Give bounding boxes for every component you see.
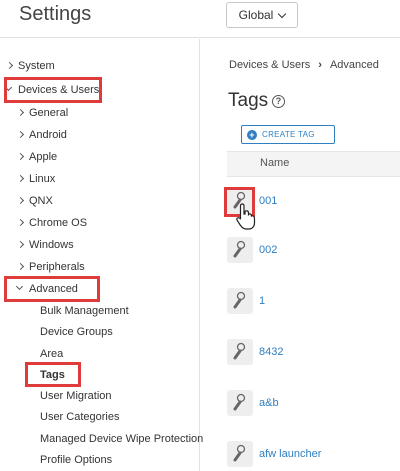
plus-icon: +	[247, 129, 257, 140]
sidebar-item-profile-options[interactable]: Profile Options	[40, 452, 112, 468]
sidebar-item-label: Windows	[29, 239, 74, 251]
breadcrumb-advanced: Advanced	[329, 59, 379, 71]
sidebar-item-managed-device-wipe-protection[interactable]: Managed Device Wipe Protection	[40, 431, 203, 447]
tag-name-link[interactable]: 002	[259, 244, 277, 256]
highlight-box	[4, 276, 100, 302]
sidebar-item-linux[interactable]: Linux	[29, 171, 55, 187]
page-title: Tags	[228, 90, 269, 111]
tag-icon[interactable]	[227, 390, 253, 416]
table-row[interactable]: a&b	[227, 390, 400, 428]
tag-icon[interactable]	[227, 441, 253, 467]
tag-name-link[interactable]: 1	[259, 295, 265, 307]
sidebar-item-device-groups[interactable]: Device Groups	[40, 324, 113, 340]
table-row[interactable]: 1	[227, 288, 400, 326]
sidebar-item-label: General	[29, 107, 69, 119]
tag-icon[interactable]	[227, 339, 253, 365]
help-icon[interactable]: ?	[272, 95, 285, 108]
create-tag-label: CREATE TAG	[262, 130, 315, 139]
page-header: Settings Global	[0, 0, 400, 38]
sidebar-item-chrome-os[interactable]: Chrome OS	[29, 215, 87, 231]
sidebar-item-label: Android	[29, 129, 67, 141]
sidebar-item-area[interactable]: Area	[40, 346, 63, 362]
column-header-name[interactable]: Name	[227, 151, 400, 177]
table-row[interactable]: 002	[227, 237, 400, 275]
tag-icon[interactable]	[227, 237, 253, 263]
sidebar-item-label: Chrome OS	[29, 217, 88, 229]
highlight-box	[25, 362, 81, 387]
tag-icon[interactable]	[227, 288, 253, 314]
sidebar-item-label: Apple	[29, 151, 58, 163]
highlight-box	[4, 77, 102, 103]
settings-sidebar: System Devices & Users General Android A…	[0, 39, 203, 471]
scope-dropdown[interactable]: Global	[226, 2, 298, 28]
tag-name-link[interactable]: 8432	[259, 346, 283, 358]
sidebar-item-windows[interactable]: Windows	[29, 237, 74, 253]
sidebar-item-label: Linux	[29, 173, 56, 185]
sidebar-item-qnx[interactable]: QNX	[29, 193, 53, 209]
sidebar-item-user-migration[interactable]: User Migration	[40, 388, 112, 404]
tag-name-link[interactable]: afw launcher	[259, 448, 321, 460]
page-heading: Settings	[19, 3, 92, 25]
sidebar-item-label: Peripherals	[29, 261, 85, 273]
sidebar-item-android[interactable]: Android	[29, 127, 67, 143]
create-tag-button[interactable]: + CREATE TAG	[241, 125, 335, 144]
sidebar-item-general[interactable]: General	[29, 105, 68, 121]
sidebar-item-label: System	[18, 60, 55, 72]
breadcrumb-devices-users[interactable]: Devices & Users	[229, 59, 310, 71]
tag-name-link[interactable]: 001	[259, 195, 277, 207]
chevron-down-icon	[278, 9, 287, 18]
breadcrumb-separator-icon: ›	[318, 59, 322, 71]
breadcrumb: Devices & Users › Advanced	[229, 59, 379, 71]
table-row[interactable]: afw launcher	[227, 441, 400, 471]
sidebar-item-peripherals[interactable]: Peripherals	[29, 259, 85, 275]
sidebar-item-apple[interactable]: Apple	[29, 149, 57, 165]
column-header-label: Name	[260, 157, 290, 169]
main-content: Devices & Users › Advanced Tags ? + CREATE…	[201, 39, 400, 471]
scope-value: Global	[238, 8, 274, 22]
sidebar-item-label: QNX	[29, 195, 53, 207]
sidebar-item-system[interactable]: System	[18, 58, 55, 74]
tag-name-link[interactable]: a&b	[259, 397, 279, 409]
sidebar-item-bulk-management[interactable]: Bulk Management	[40, 303, 129, 319]
sidebar-item-user-categories[interactable]: User Categories	[40, 409, 119, 425]
hand-cursor-icon	[236, 203, 256, 230]
table-row[interactable]: 8432	[227, 339, 400, 377]
